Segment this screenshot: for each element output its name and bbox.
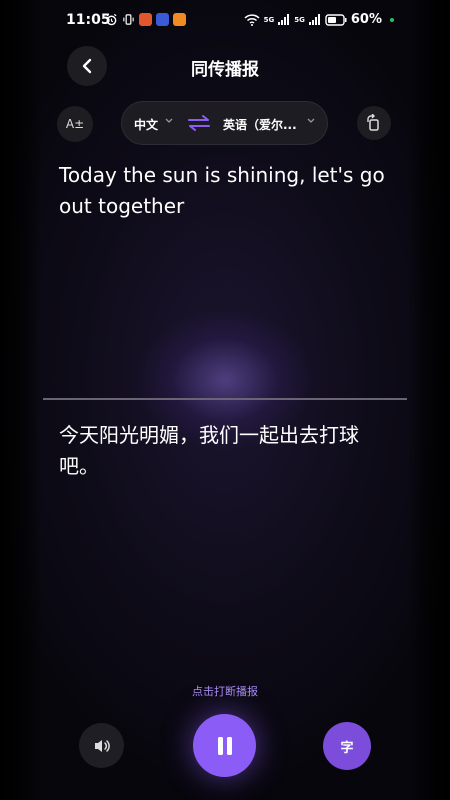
swap-icon[interactable] [186,113,212,133]
screen: 11:05 5G 5G 60% 同传播报 A± 中文 英语（爱尔... Toda… [0,0,450,800]
status-bar: 11:05 5G 5G 60% [0,0,450,40]
source-language[interactable]: 中文 [134,116,158,133]
translation-text: 今天阳光明媚，我们一起出去打球吧。 [59,423,359,478]
app-notification-icon [139,13,152,26]
pause-icon [217,736,232,755]
alarm-icon [106,13,117,26]
app-notification-icon [173,13,186,26]
privacy-indicator-dot [390,17,394,22]
status-right: 5G 5G 60% [244,12,394,27]
network-type: 5G [263,15,275,24]
interrupt-hint[interactable]: 点击打断播报 [0,683,450,699]
speaker-icon [94,739,110,752]
chevron-down-icon[interactable] [164,115,174,125]
vibrate-icon [123,14,134,25]
wifi-icon [244,13,260,26]
pause-button[interactable] [193,714,256,777]
rotate-screen-icon [367,114,379,131]
signal-icon [278,14,290,25]
source-text: Today the sun is shining, let's go out t… [59,163,385,218]
subtitle-text-button[interactable]: 字 [323,722,371,770]
battery-icon [325,13,347,26]
rotate-screen-button[interactable] [357,106,391,140]
divider [43,398,407,400]
battery-level: 60% [350,12,382,27]
status-notification-icons [105,13,186,26]
signal-icon [308,14,320,25]
network-type: 5G [294,15,305,24]
right-edge-shade [408,0,450,800]
page-title: 同传播报 [191,60,259,80]
speaker-button[interactable] [79,723,124,768]
left-edge-shade [0,0,42,800]
app-notification-icon [156,13,169,26]
language-selector: 中文 英语（爱尔... [121,101,328,145]
status-time: 11:05 [66,12,111,28]
font-size-button[interactable]: A± [57,106,93,142]
chevron-down-icon[interactable] [306,115,316,125]
target-language[interactable]: 英语（爱尔... [223,116,297,133]
